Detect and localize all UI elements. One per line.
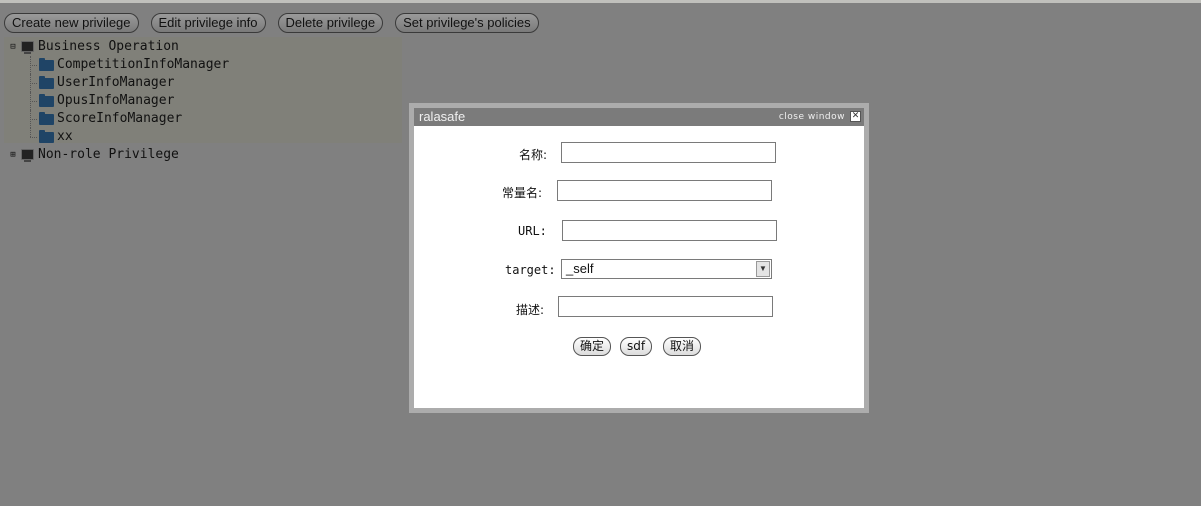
- folder-icon: [39, 75, 54, 89]
- tree-node-child[interactable]: UserInfoManager: [25, 74, 174, 92]
- name-label: 名称:: [519, 148, 548, 162]
- constant-name-label: 常量名:: [502, 186, 543, 200]
- tree-node-label[interactable]: CompetitionInfoManager: [57, 56, 229, 74]
- tree-node-label[interactable]: OpusInfoManager: [57, 92, 174, 110]
- chevron-down-icon[interactable]: ▼: [756, 261, 770, 277]
- privilege-dialog: ralasafe close window ✕ 名称: 常量名: URL: ta…: [409, 103, 869, 413]
- computer-icon: [21, 40, 34, 54]
- tree-node-label[interactable]: ScoreInfoManager: [57, 110, 182, 128]
- tree-node-child[interactable]: CompetitionInfoManager: [25, 56, 229, 74]
- top-border: [0, 0, 1201, 3]
- edit-privilege-button[interactable]: Edit privilege info: [150, 13, 266, 33]
- dialog-title: ralasafe: [419, 109, 466, 124]
- tree-node-label[interactable]: Non-role Privilege: [38, 146, 179, 164]
- tree-connector: [25, 92, 37, 110]
- tree-node-non-role-privilege[interactable]: ⊞ Non-role Privilege: [7, 146, 179, 164]
- description-field[interactable]: [558, 296, 773, 317]
- tree-node-label[interactable]: Business Operation: [38, 38, 179, 56]
- set-policies-button[interactable]: Set privilege's policies: [395, 13, 539, 33]
- delete-privilege-button[interactable]: Delete privilege: [277, 13, 384, 33]
- target-label: target:: [505, 263, 556, 277]
- target-select[interactable]: _self ▼: [561, 259, 772, 279]
- folder-icon: [39, 57, 54, 71]
- constant-name-field[interactable]: [557, 180, 772, 201]
- cancel-button[interactable]: 取消: [663, 337, 702, 356]
- tree-node-label[interactable]: UserInfoManager: [57, 74, 174, 92]
- tree-node-child[interactable]: xx: [25, 128, 73, 146]
- name-field[interactable]: [561, 142, 776, 163]
- tree-node-child[interactable]: ScoreInfoManager: [25, 110, 182, 128]
- tree-node-business-operation[interactable]: ⊟ Business Operation: [7, 38, 179, 56]
- tree-connector: [25, 128, 37, 146]
- url-label: URL:: [518, 224, 547, 238]
- collapse-icon[interactable]: ⊟: [7, 41, 19, 53]
- folder-icon: [39, 129, 54, 143]
- tree-connector: [25, 110, 37, 128]
- folder-icon: [39, 111, 54, 125]
- toolbar: Create new privilege Edit privilege info…: [4, 13, 539, 33]
- create-privilege-button[interactable]: Create new privilege: [4, 13, 139, 33]
- sdf-button[interactable]: sdf: [620, 337, 653, 356]
- tree-node-child[interactable]: OpusInfoManager: [25, 92, 174, 110]
- computer-icon: [21, 148, 34, 162]
- dialog-body: 名称: 常量名: URL: target: _self ▼ 描述: 确定 sdf…: [414, 126, 864, 408]
- tree-connector: [25, 56, 37, 74]
- ok-button[interactable]: 确定: [573, 337, 612, 356]
- dialog-titlebar[interactable]: ralasafe close window ✕: [414, 108, 864, 126]
- description-label: 描述:: [516, 303, 545, 317]
- close-window-link[interactable]: close window: [779, 108, 845, 126]
- tree-node-label[interactable]: xx: [57, 128, 73, 146]
- expand-icon[interactable]: ⊞: [7, 149, 19, 161]
- close-icon[interactable]: ✕: [850, 111, 861, 122]
- folder-icon: [39, 93, 54, 107]
- url-field[interactable]: [562, 220, 777, 241]
- tree-connector: [25, 74, 37, 92]
- target-selected-value: _self: [566, 261, 594, 276]
